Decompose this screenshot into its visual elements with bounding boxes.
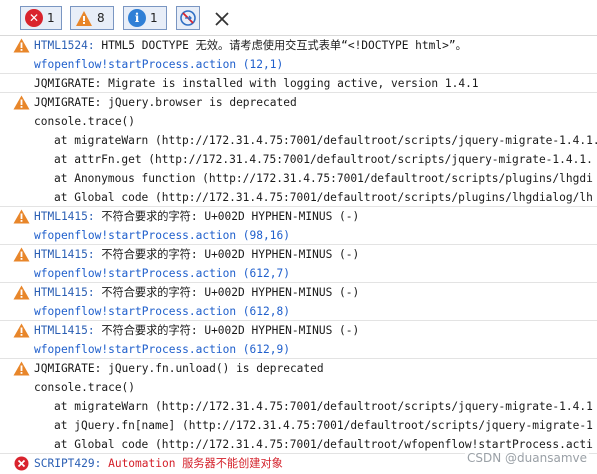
stack-frame: at migrateWarn (http://172.31.4.75:7001/… — [0, 131, 597, 150]
console-message-log: JQMIGRATE: Migrate is installed with log… — [0, 74, 597, 93]
warning-triangle-icon — [13, 95, 30, 110]
warning-triangle-icon — [13, 209, 30, 224]
error-x-circle-icon — [14, 456, 29, 471]
stack-frame-text[interactable]: at jQuery.fn[name] (http://172.31.4.75:7… — [54, 416, 593, 435]
warning-triangle-icon — [13, 247, 30, 262]
console-source-line: wfopenflow!startProcess.action (12,1) — [0, 55, 597, 74]
console-message-warning: HTML1415: 不符合要求的字符: U+002D HYPHEN-MINUS … — [0, 245, 597, 264]
warning-triangle-icon — [13, 38, 30, 53]
message-text: JQMIGRATE: jQuery.fn.unload() is depreca… — [34, 362, 324, 375]
info-circle-icon: i — [128, 9, 146, 27]
source-link[interactable]: wfopenflow!startProcess.action (12,1) — [34, 55, 283, 73]
message-code: HTML1415: — [34, 248, 95, 261]
console-source-line: wfopenflow!startProcess.action (612,7) — [0, 264, 597, 283]
stack-trace-header: console.trace() — [0, 378, 597, 397]
source-link[interactable]: wfopenflow!startProcess.action (612,7) — [34, 264, 290, 282]
watermark: CSDN @duansamve — [465, 451, 589, 465]
message-code: HTML1415: — [34, 210, 95, 223]
message-code: HTML1415: — [34, 324, 95, 337]
warnings-count: 8 — [97, 11, 105, 25]
close-icon — [215, 12, 229, 26]
info-filter-button[interactable]: i 1 — [123, 6, 167, 30]
stack-trace-header: console.trace() — [0, 112, 597, 131]
source-link[interactable]: wfopenflow!startProcess.action (612,9) — [34, 340, 290, 358]
stack-frame-text[interactable]: at Anonymous function (http://172.31.4.7… — [54, 169, 593, 188]
error-x-circle-icon: ✕ — [25, 9, 43, 27]
stack-frame-text[interactable]: at attrFn.get (http://172.31.4.75:7001/d… — [54, 150, 593, 169]
message-code: SCRIPT429: — [34, 457, 102, 470]
errors-filter-button[interactable]: ✕ 1 — [20, 6, 62, 30]
message-text: HTML5 DOCTYPE 无效。请考虑使用交互式表单“<!DOCTYPE ht… — [94, 39, 467, 52]
console-message-warning: HTML1524: HTML5 DOCTYPE 无效。请考虑使用交互式表单“<!… — [0, 36, 597, 55]
errors-count: 1 — [47, 11, 55, 25]
message-text: console.trace() — [34, 381, 136, 394]
message-code: HTML1415: — [34, 286, 95, 299]
warning-triangle-icon — [13, 323, 30, 338]
console-message-warning: JQMIGRATE: jQuery.fn.unload() is depreca… — [0, 359, 597, 378]
message-text: 不符合要求的字符: U+002D HYPHEN-MINUS (-) — [94, 210, 360, 223]
warning-triangle-icon — [13, 285, 30, 300]
stack-frame: at Anonymous function (http://172.31.4.7… — [0, 169, 597, 188]
message-text: 不符合要求的字符: U+002D HYPHEN-MINUS (-) — [94, 286, 360, 299]
stack-frame: at jQuery.fn[name] (http://172.31.4.75:7… — [0, 416, 597, 435]
close-button[interactable] — [210, 7, 234, 31]
console-message-warning: HTML1415: 不符合要求的字符: U+002D HYPHEN-MINUS … — [0, 207, 597, 226]
warning-triangle-icon — [13, 361, 30, 376]
message-text: Automation 服务器不能创建对象 — [101, 457, 283, 470]
console-message-warning: JQMIGRATE: jQuery.browser is deprecated — [0, 93, 597, 112]
warnings-filter-button[interactable]: 8 — [70, 6, 114, 30]
stack-frame: at Global code (http://172.31.4.75:7001/… — [0, 188, 597, 207]
stack-frame-text[interactable]: at migrateWarn (http://172.31.4.75:7001/… — [54, 131, 597, 150]
source-link[interactable]: wfopenflow!startProcess.action (98,16) — [34, 226, 290, 244]
console-source-line: wfopenflow!startProcess.action (612,8) — [0, 302, 597, 321]
message-text: JQMIGRATE: jQuery.browser is deprecated — [34, 96, 297, 109]
source-link[interactable]: wfopenflow!startProcess.action (612,8) — [34, 302, 290, 320]
message-text: 不符合要求的字符: U+002D HYPHEN-MINUS (-) — [94, 248, 360, 261]
clear-console-icon — [180, 10, 196, 26]
message-code: HTML1524: — [34, 39, 95, 52]
stack-frame-text[interactable]: at Global code (http://172.31.4.75:7001/… — [54, 188, 593, 206]
message-text: console.trace() — [34, 115, 136, 128]
console-message-warning: HTML1415: 不符合要求的字符: U+002D HYPHEN-MINUS … — [0, 283, 597, 302]
console-toolbar: ✕ 1 8 i 1 — [0, 0, 597, 36]
info-count: 1 — [150, 11, 158, 25]
message-text: JQMIGRATE: Migrate is installed with log… — [34, 77, 479, 90]
console-message-warning: HTML1415: 不符合要求的字符: U+002D HYPHEN-MINUS … — [0, 321, 597, 340]
console-source-line: wfopenflow!startProcess.action (612,9) — [0, 340, 597, 359]
clear-console-button[interactable] — [176, 6, 200, 30]
stack-frame: at attrFn.get (http://172.31.4.75:7001/d… — [0, 150, 597, 169]
warning-triangle-icon — [76, 10, 92, 26]
message-text: 不符合要求的字符: U+002D HYPHEN-MINUS (-) — [94, 324, 360, 337]
stack-frame-text[interactable]: at migrateWarn (http://172.31.4.75:7001/… — [54, 397, 593, 416]
console-source-line: wfopenflow!startProcess.action (98,16) — [0, 226, 597, 245]
stack-frame: at migrateWarn (http://172.31.4.75:7001/… — [0, 397, 597, 416]
